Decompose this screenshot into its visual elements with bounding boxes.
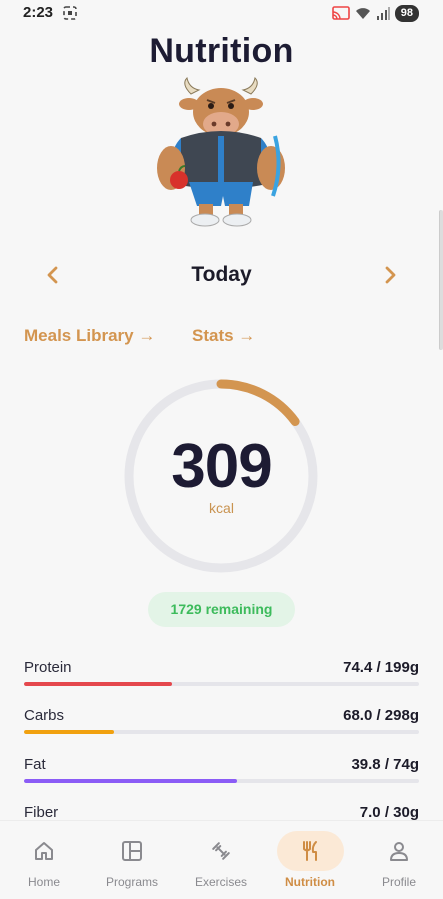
macro-row-fat: Fat 39.8 / 74g <box>24 756 419 786</box>
macro-progress-fill <box>24 779 237 783</box>
status-icons: 98 <box>331 4 419 22</box>
nav-label: Nutrition <box>285 875 335 889</box>
wifi-icon <box>355 7 370 19</box>
status-bar: 2:23 98 <box>0 0 443 26</box>
stats-link[interactable]: Stats → <box>192 326 255 346</box>
macro-row-carbs: Carbs 68.0 / 298g <box>24 707 419 737</box>
nav-label: Programs <box>105 875 158 889</box>
macro-value: 7.0 / 30g <box>359 804 419 821</box>
calories-consumed: 309 <box>171 432 272 501</box>
bull-mascot-image <box>157 76 285 227</box>
calories-unit: kcal <box>209 500 234 516</box>
screenshot-icon <box>63 6 77 20</box>
meals-library-link[interactable]: Meals Library → <box>24 326 155 346</box>
macro-progress-track <box>24 779 419 783</box>
macro-progress-fill <box>24 682 172 686</box>
bottom-navigation: Home Programs Exercises Nutrition Profil… <box>0 820 443 899</box>
nav-item-home[interactable]: Home <box>0 821 88 899</box>
macro-name: Fiber <box>24 804 59 821</box>
fork-knife-icon <box>303 841 317 861</box>
cast-icon <box>331 6 350 20</box>
signal-icon <box>376 6 390 20</box>
nav-label: Exercises <box>194 875 247 889</box>
nav-item-profile[interactable]: Profile <box>355 821 443 899</box>
remaining-badge: 1729 remaining <box>148 592 295 627</box>
chevron-right-icon[interactable] <box>377 262 403 288</box>
macro-name: Protein <box>24 659 72 676</box>
dumbbell-icon <box>212 842 230 860</box>
programs-icon <box>122 841 142 861</box>
profile-icon <box>390 842 408 861</box>
macro-value: 74.4 / 199g <box>343 659 419 676</box>
nav-label: Profile <box>381 875 416 889</box>
macro-name: Carbs <box>24 707 65 724</box>
status-time: 2:23 <box>23 4 54 21</box>
page-title: Nutrition <box>149 32 294 70</box>
macro-progress-fill <box>24 730 115 734</box>
nav-label: Home <box>27 875 60 889</box>
home-icon <box>35 842 53 860</box>
nav-item-exercises[interactable]: Exercises <box>177 821 265 899</box>
nav-item-nutrition[interactable]: Nutrition <box>266 821 354 899</box>
macro-progress-track <box>24 730 419 734</box>
nav-item-programs[interactable]: Programs <box>88 821 176 899</box>
macro-progress-track <box>24 682 419 686</box>
macro-value: 39.8 / 74g <box>351 756 419 773</box>
macro-value: 68.0 / 298g <box>343 707 419 724</box>
scroll-handle[interactable] <box>439 210 443 350</box>
macro-name: Fat <box>24 756 46 773</box>
battery-indicator: 98 <box>394 4 419 22</box>
macro-row-protein: Protein 74.4 / 199g <box>24 659 419 689</box>
